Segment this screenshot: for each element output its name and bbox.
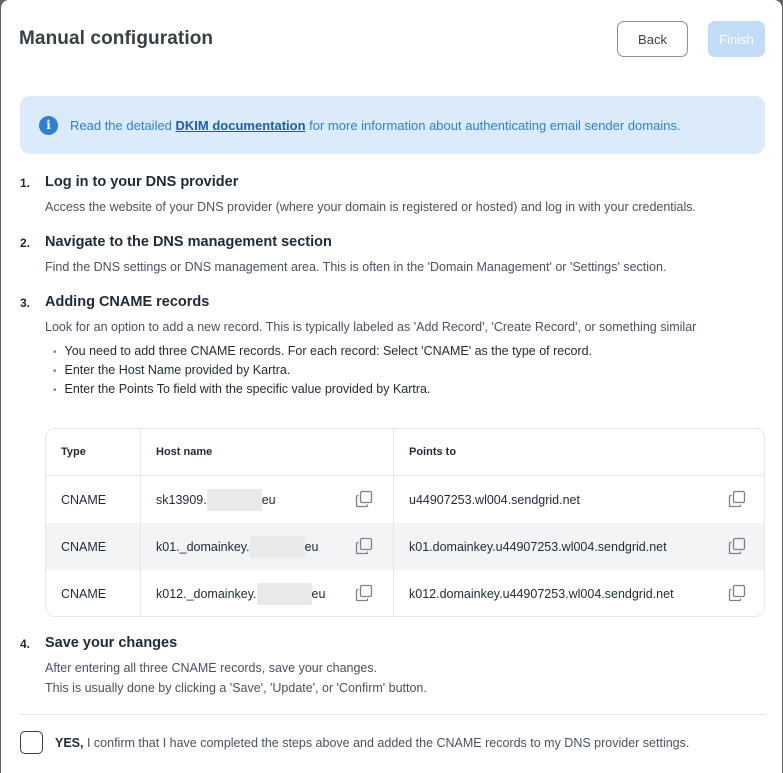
confirm-text: I confirm that I have completed the step… [83,736,690,750]
confirm-yes: YES, [55,736,84,750]
list-item: Enter the Points To field with the speci… [53,380,592,399]
step-number: 3. [20,296,31,310]
step-number: 2. [20,236,31,250]
info-banner: i Read the detailed DKIM documentation f… [20,96,765,154]
step-title: Adding CNAME records [45,294,210,310]
table-row: CNAME k012._domainkey. eu k012.domainkey… [46,570,764,616]
step-title: Navigate to the DNS management section [45,234,332,250]
list-item: You need to add three CNAME records. For… [53,342,592,361]
step-description: Find the DNS settings or DNS management … [45,260,667,274]
info-text: Read the detailed DKIM documentation for… [70,117,681,133]
host-name-suffix: eu [261,492,276,507]
step-description: Look for an option to add a new record. … [45,320,697,334]
dkim-documentation-link[interactable]: DKIM documentation [176,118,306,133]
bullet-list: You need to add three CNAME records. For… [53,342,592,399]
host-name-cell: sk13909. eu [141,476,394,523]
copy-icon[interactable] [355,537,373,555]
table-row: CNAME sk13909. eu u44907253.wl004.sendgr… [46,476,764,523]
divider [20,714,765,715]
page-title: Manual configuration [19,28,214,49]
finish-button[interactable]: Finish [708,21,765,57]
record-type: CNAME [46,476,141,523]
host-name-suffix: eu [311,586,326,601]
manual-configuration-dialog: Manual configuration Back Finish i Read … [1,0,782,773]
host-name-prefix: k01._domainkey. [156,539,250,554]
column-header-points-to: Points to [409,446,457,458]
back-button[interactable]: Back [617,21,688,57]
copy-icon[interactable] [728,490,746,508]
table-header-row: Type Host name Points to [46,429,764,476]
points-to-value: k01.domainkey.u44907253.wl004.sendgrid.n… [409,539,667,554]
step-number: 4. [20,637,31,651]
copy-icon[interactable] [728,584,746,602]
copy-icon[interactable] [355,490,373,508]
table-row: CNAME k01._domainkey. eu k01.domainkey.u… [46,523,764,570]
dialog-header: Manual configuration Back Finish [1,0,782,80]
host-name-prefix: k012._domainkey. [156,586,257,601]
step-title: Log in to your DNS provider [45,174,239,190]
info-icon: i [39,115,58,135]
points-to-cell: k012.domainkey.u44907253.wl004.sendgrid.… [394,570,764,616]
points-to-cell: u44907253.wl004.sendgrid.net [394,476,764,523]
record-type: CNAME [46,523,141,570]
column-header-host-name: Host name [141,429,394,475]
column-header-type: Type [46,429,141,475]
list-item: Enter the Host Name provided by Kartra. [53,361,592,380]
confirm-checkbox[interactable] [20,731,43,754]
points-to-value: u44907253.wl004.sendgrid.net [409,492,580,507]
points-to-cell: k01.domainkey.u44907253.wl004.sendgrid.n… [394,523,764,570]
copy-icon[interactable] [355,584,373,602]
redacted-domain [249,535,305,558]
copy-icon[interactable] [728,537,746,555]
step-description: This is usually done by clicking a 'Save… [45,681,427,695]
host-name-cell: k01._domainkey. eu [141,523,394,570]
step-number: 1. [20,176,31,190]
step-title: Save your changes [45,635,178,651]
host-name-suffix: eu [304,539,319,554]
step-description: Access the website of your DNS provider … [45,200,697,214]
points-to-value: k012.domainkey.u44907253.wl004.sendgrid.… [409,586,674,601]
host-name-cell: k012._domainkey. eu [141,570,394,616]
record-type: CNAME [46,570,141,616]
step-description: After entering all three CNAME records, … [45,661,378,675]
redacted-domain [206,488,262,511]
cname-records-table: Type Host name Points to CNAME sk13909. … [45,428,765,617]
redacted-domain [256,582,312,605]
confirm-label[interactable]: YES, I confirm that I have completed the… [55,736,689,750]
host-name-prefix: sk13909. [156,492,207,507]
